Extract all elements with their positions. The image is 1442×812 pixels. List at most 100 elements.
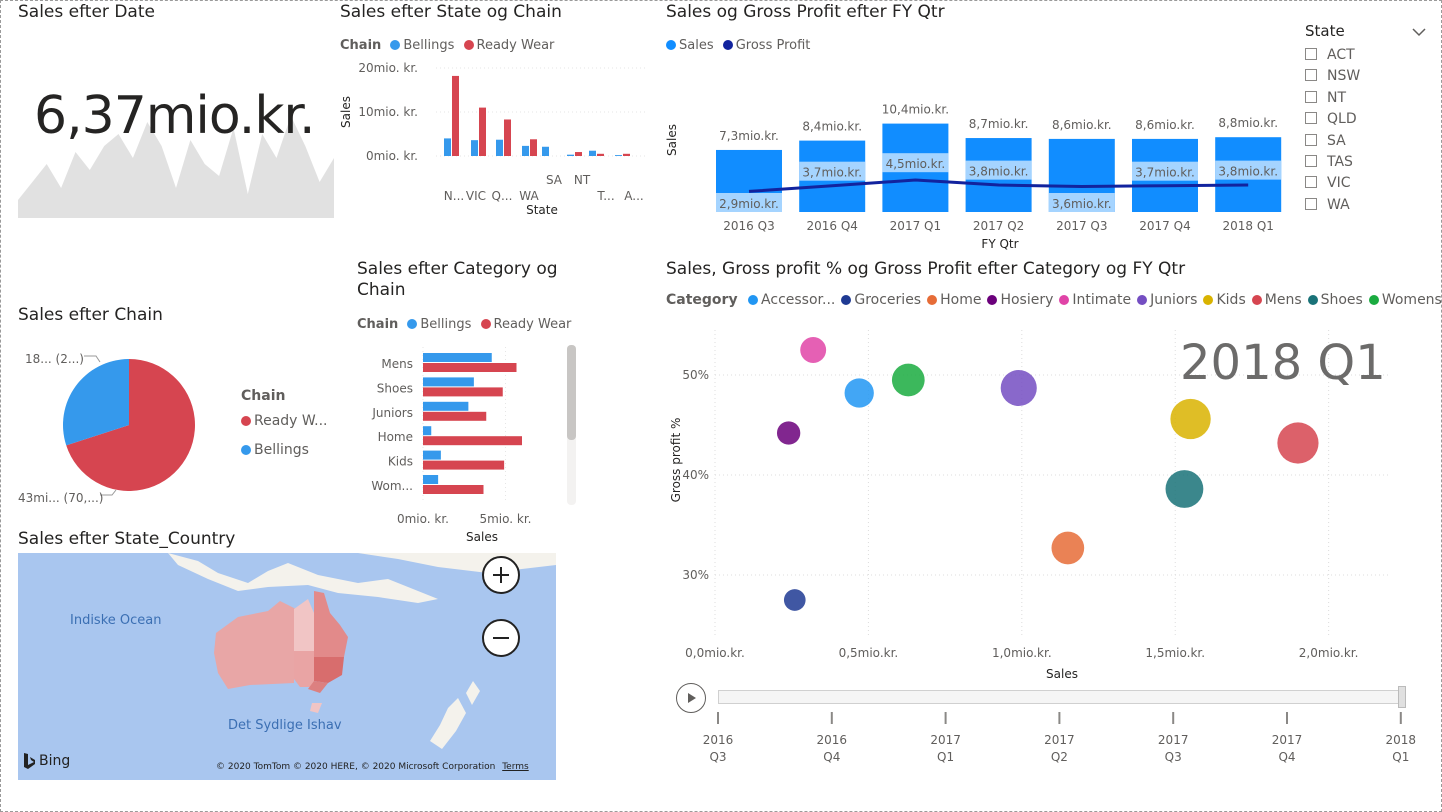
map-visual[interactable]: Indiske Ocean Det Sydlige Ishav Bing © 2… xyxy=(18,553,556,780)
zoom-in-button[interactable] xyxy=(482,556,520,594)
legend-item-shoes[interactable]: Shoes xyxy=(1307,292,1363,308)
x-tick-label: 0mio. kr. xyxy=(397,512,449,526)
pie-label-top: 18... (2...) xyxy=(25,352,84,366)
data-label-gross-profit: 3,7mio.kr. xyxy=(1135,166,1195,180)
checkbox[interactable] xyxy=(1305,48,1317,60)
land-nz-north xyxy=(466,681,480,705)
y-tick-label: Wom... xyxy=(371,479,413,493)
legend-item-intimate[interactable]: Intimate xyxy=(1059,292,1131,308)
pie-chart xyxy=(62,355,195,496)
checkbox[interactable] xyxy=(1305,69,1317,82)
y-axis-title: Gross profit % xyxy=(669,418,683,503)
slicer-item-nt[interactable]: NT xyxy=(1305,90,1346,106)
region-sa xyxy=(294,651,314,687)
timeline-quarter: Q3 xyxy=(1165,750,1182,764)
slicer-item-label: SA xyxy=(1327,132,1346,149)
pie-legend-readywear[interactable]: Ready W... xyxy=(241,413,328,429)
slicer-item-label: ACT xyxy=(1327,47,1355,63)
legend-dot-icon xyxy=(841,295,852,305)
scrollbar-thumb[interactable] xyxy=(567,345,576,440)
timeline-quarter: Q3 xyxy=(709,750,726,764)
timeline-quarter: Q1 xyxy=(1392,750,1409,764)
pie-legend-bellings[interactable]: Bellings xyxy=(241,442,309,458)
region-qld xyxy=(314,591,348,657)
bar-bellings xyxy=(423,377,474,387)
x-tick-label: 2017 Q1 xyxy=(890,219,941,233)
bing-icon xyxy=(24,753,35,769)
play-axis-handle[interactable] xyxy=(1398,686,1406,708)
legend-item-mens[interactable]: Mens xyxy=(1251,292,1302,308)
x-tick-label: 2016 Q3 xyxy=(723,219,774,233)
checkbox[interactable] xyxy=(1305,133,1317,146)
x-tick-label: 0,5mio.kr. xyxy=(839,646,899,660)
scatter-legend: Category Accessor... Groceries Home Hosiery… xyxy=(666,292,1442,308)
legend-item-kids[interactable]: Kids xyxy=(1203,292,1246,308)
data-label-sales: 8,7mio.kr. xyxy=(969,117,1029,131)
timeline-year: 2016 xyxy=(703,733,734,747)
checkbox[interactable] xyxy=(1305,197,1317,210)
terms-link[interactable]: Terms xyxy=(502,762,529,772)
bubble-intimate xyxy=(800,337,827,363)
y-tick-label: 10mio. kr. xyxy=(358,105,418,119)
legend-item-womens[interactable]: Womens xyxy=(1368,292,1442,308)
state-chain-title: Sales efter State og Chain xyxy=(340,2,562,22)
readywear-dot-icon xyxy=(241,416,251,426)
data-label-sales: 8,6mio.kr. xyxy=(1052,118,1112,132)
x-tick-label: 1,0mio.kr. xyxy=(992,646,1052,660)
legend-item-bellings[interactable]: Bellings xyxy=(407,317,471,332)
bar-ready-wear xyxy=(575,152,582,156)
checkbox[interactable] xyxy=(1305,155,1317,167)
legend-item-bellings[interactable]: Bellings xyxy=(390,38,454,53)
bar-bellings xyxy=(423,401,469,411)
slicer-item-wa[interactable]: WA xyxy=(1305,197,1350,213)
fyqtr-title: Sales og Gross Profit efter FY Qtr xyxy=(666,2,945,22)
zoom-out-button[interactable] xyxy=(482,619,520,657)
slicer-item-nsw[interactable]: NSW xyxy=(1305,68,1360,84)
timeline-year: 2018 xyxy=(1386,733,1417,747)
legend-item-sales[interactable]: Sales xyxy=(666,38,714,53)
legend-item-readywear[interactable]: Ready Wear xyxy=(480,317,571,332)
checkbox[interactable] xyxy=(1305,90,1317,103)
x-tick-label: A... xyxy=(624,189,643,203)
legend-item-accessor[interactable]: Accessor... xyxy=(748,292,835,308)
x-tick-label: 2016 Q4 xyxy=(806,219,857,233)
legend-item-groceries[interactable]: Groceries xyxy=(841,292,921,308)
y-tick-label: 40% xyxy=(682,468,709,482)
legend-title: Chain xyxy=(357,317,399,332)
legend-dot-icon xyxy=(927,295,938,305)
cat-chain-scrollbar[interactable] xyxy=(567,345,576,505)
plus-icon xyxy=(493,567,509,583)
bar-bellings xyxy=(567,154,574,156)
bubble-hosiery xyxy=(776,421,801,445)
play-axis-timeline: 2016 Q3 2016 Q4 2017 Q1 2017 Q2 2017 Q3 2017 Q4 2018… xyxy=(703,712,1417,764)
slicer-title: State xyxy=(1305,22,1345,40)
bubble-shoes xyxy=(1165,470,1204,508)
legend-item-gross-profit[interactable]: Gross Profit xyxy=(722,38,810,53)
legend-item-hosiery[interactable]: Hosiery xyxy=(987,292,1053,308)
play-axis-label: 2018 Q1 xyxy=(1180,335,1386,391)
bar-bellings xyxy=(423,426,432,436)
chevron-down-icon[interactable] xyxy=(1411,26,1427,38)
checkbox[interactable] xyxy=(1305,112,1317,125)
bubble-mens xyxy=(1277,422,1319,464)
legend-item-home[interactable]: Home xyxy=(927,292,981,308)
fyqtr-chart: Sales 7,3mio.kr. 2,9mio.kr. 2016 Q3 8,4mio.k… xyxy=(665,103,1282,251)
play-axis-track[interactable] xyxy=(718,690,1404,704)
readywear-dot-icon xyxy=(480,319,491,329)
pie-label-bottom: 43mi... (70,...) xyxy=(18,491,104,505)
slicer-item-tas[interactable]: TAS xyxy=(1305,154,1353,170)
slicer-item-vic[interactable]: VIC xyxy=(1305,175,1350,191)
legend-item-readywear[interactable]: Ready Wear xyxy=(463,38,554,53)
legend-item-juniors[interactable]: Juniors xyxy=(1137,292,1197,308)
data-label-sales: 8,6mio.kr. xyxy=(1135,118,1195,132)
bar-bellings xyxy=(423,450,441,460)
slicer-item-act[interactable]: ACT xyxy=(1305,47,1355,63)
bar-ready-wear xyxy=(452,75,459,156)
data-label-gross-profit: 3,8mio.kr. xyxy=(969,165,1029,179)
checkbox[interactable] xyxy=(1305,176,1317,189)
x-tick-label: SA xyxy=(546,173,563,187)
slicer-item-sa[interactable]: SA xyxy=(1305,133,1346,149)
x-axis-title: FY Qtr xyxy=(981,237,1018,251)
gross-profit-dot-icon xyxy=(722,40,733,50)
slicer-item-qld[interactable]: QLD xyxy=(1305,111,1357,127)
